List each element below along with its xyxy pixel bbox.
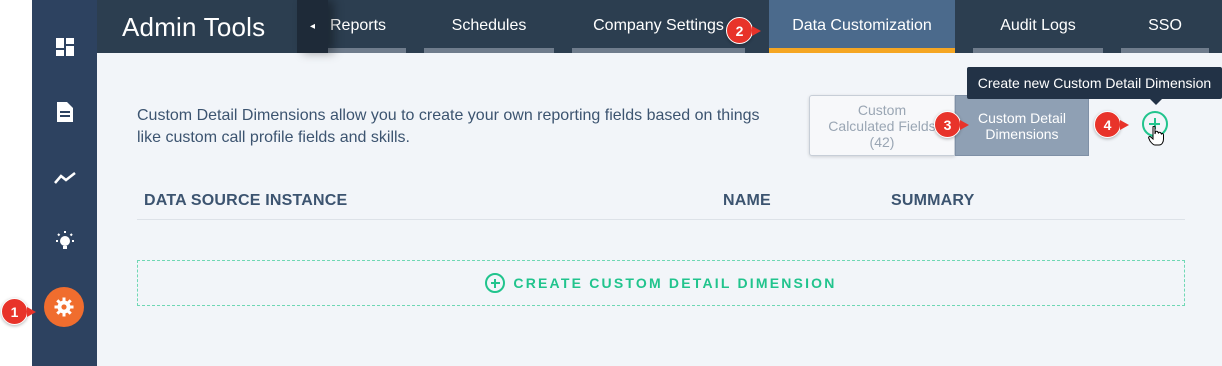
tab-reports[interactable]: Reports (328, 0, 406, 53)
sidebar-item-dashboard[interactable] (32, 25, 97, 69)
tab-scroll-left-button[interactable]: ◂ (297, 0, 328, 53)
dashboard-icon (55, 38, 74, 56)
plus-circle-icon (485, 273, 506, 293)
column-header-name[interactable]: NAME (723, 192, 771, 210)
tab-company-settings[interactable]: Company Settings (572, 0, 745, 53)
document-icon (56, 102, 73, 122)
tab-sso[interactable]: SSO (1121, 0, 1209, 53)
gear-icon (54, 297, 74, 317)
callout-marker: 1 (1, 298, 36, 325)
tab-label: Schedules (451, 16, 527, 34)
callout-marker: 2 (726, 17, 761, 44)
column-header-summary[interactable]: SUMMARY (891, 192, 974, 210)
create-custom-detail-dimension-button[interactable]: CREATE CUSTOM DETAIL DIMENSION (137, 260, 1185, 306)
sidebar-item-reports[interactable] (32, 90, 97, 134)
sidebar (32, 0, 97, 366)
tab-label: Reports (330, 16, 387, 34)
sidebar-item-insights[interactable] (32, 220, 97, 264)
toggle-label-line2: Dimensions (985, 125, 1059, 142)
chevron-left-icon: ◂ (309, 21, 316, 32)
lightbulb-icon (55, 231, 74, 249)
page-description: Custom Detail Dimensions allow you to cr… (137, 107, 760, 146)
trend-icon (53, 172, 76, 184)
custom-detail-dimensions-toggle[interactable]: Custom Detail Dimensions (955, 95, 1089, 156)
top-bar: Admin Tools ◂ Reports Schedules Company … (97, 0, 1222, 53)
hand-cursor-icon (1148, 126, 1164, 146)
create-label: CREATE CUSTOM DETAIL DIMENSION (513, 275, 837, 291)
tab-label: Audit Logs (1000, 16, 1076, 34)
toggle-count: (42) (869, 133, 895, 150)
tab-schedules[interactable]: Schedules (424, 0, 554, 53)
tab-data-customization[interactable]: Data Customization (769, 0, 955, 53)
tab-label: Data Customization (792, 16, 932, 34)
tab-label: SSO (1148, 16, 1182, 34)
column-header-data-source-instance[interactable]: DATA SOURCE INSTANCE (144, 192, 347, 210)
app-title: Admin Tools (122, 12, 266, 42)
toggle-label-line2: Calculated Fields (828, 117, 936, 134)
sidebar-item-analytics[interactable] (32, 156, 97, 200)
tab-label: Company Settings (593, 16, 724, 34)
table-header-divider (137, 219, 1185, 220)
toggle-label-line1: Custom (857, 101, 907, 118)
tab-audit-logs[interactable]: Audit Logs (973, 0, 1103, 53)
main-content: Custom Detail Dimensions allow you to cr… (97, 53, 1222, 366)
callout-marker: 3 (934, 111, 969, 138)
sidebar-item-admin[interactable] (44, 287, 84, 327)
toggle-label-line1: Custom Detail (978, 109, 1066, 126)
add-tooltip: Create new Custom Detail Dimension (967, 67, 1222, 105)
callout-marker: 4 (1094, 111, 1129, 138)
